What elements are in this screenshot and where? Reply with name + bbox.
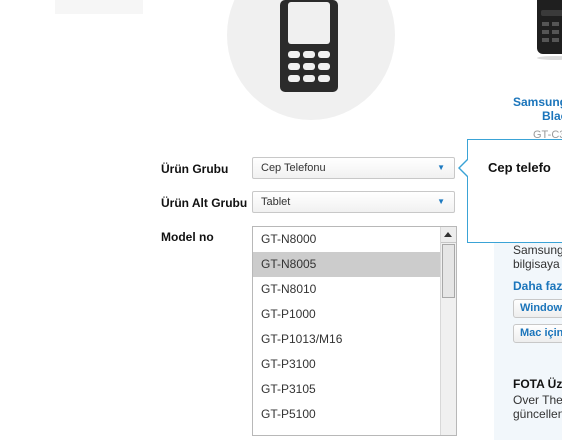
model-option[interactable]: GT-P1000 xyxy=(253,302,440,327)
fota-title: FOTA Üze xyxy=(513,377,562,391)
fota-text-line1: Over The xyxy=(513,393,562,407)
related-phone-image xyxy=(537,0,562,60)
model-listbox[interactable]: GT-N8000 GT-N8005 GT-N8010 GT-P1000 GT-P… xyxy=(252,226,457,436)
windows-button-label: Window xyxy=(520,302,562,314)
phone-icon xyxy=(280,0,338,92)
scroll-thumb[interactable] xyxy=(442,244,455,298)
model-option[interactable]: GT-N8000 xyxy=(253,227,440,252)
related-product-title-line2: Blac xyxy=(542,109,562,123)
model-option-selected[interactable]: GT-N8005 xyxy=(253,252,440,277)
top-bar-fragment xyxy=(55,0,143,14)
model-label: Model no xyxy=(161,230,214,244)
chevron-down-icon: ▼ xyxy=(437,163,445,172)
related-product-title-line1: Samsung xyxy=(513,95,562,109)
windows-download-button[interactable]: Window xyxy=(513,299,562,318)
model-option[interactable]: GT-P1013/M16 xyxy=(253,327,440,352)
fota-text-line2: güncellen xyxy=(513,407,562,421)
product-subgroup-select[interactable]: Tablet ▼ xyxy=(252,191,455,213)
product-subgroup-value: Tablet xyxy=(261,196,291,208)
model-option[interactable]: GT-N8010 xyxy=(253,277,440,302)
product-subgroup-label: Ürün Alt Grubu xyxy=(161,196,248,210)
side-panel-text-line1: Samsung xyxy=(513,243,562,257)
model-option[interactable]: GT-P3105 xyxy=(253,377,440,402)
mac-button-label: Mac için xyxy=(520,327,562,339)
scroll-up-arrow-icon[interactable] xyxy=(441,227,456,243)
side-panel-text-line2: bilgisaya xyxy=(513,257,560,271)
product-group-value: Cep Telefonu xyxy=(261,162,326,174)
model-option[interactable]: GT-P5100 xyxy=(253,402,440,427)
tooltip-title: Cep telefo xyxy=(488,160,551,175)
product-group-select[interactable]: Cep Telefonu ▼ xyxy=(252,157,455,179)
tooltip-popup: Cep telefo xyxy=(467,139,562,243)
model-option[interactable]: GT-P3100 xyxy=(253,352,440,377)
related-product-title[interactable]: Samsung Blac xyxy=(513,95,562,123)
product-group-label: Ürün Grubu xyxy=(161,162,229,176)
mac-download-button[interactable]: Mac için xyxy=(513,324,562,343)
chevron-down-icon: ▼ xyxy=(437,197,445,206)
tooltip-pointer-inner xyxy=(460,159,469,177)
scrollbar[interactable] xyxy=(440,227,456,435)
more-info-link[interactable]: Daha faz xyxy=(513,279,562,293)
